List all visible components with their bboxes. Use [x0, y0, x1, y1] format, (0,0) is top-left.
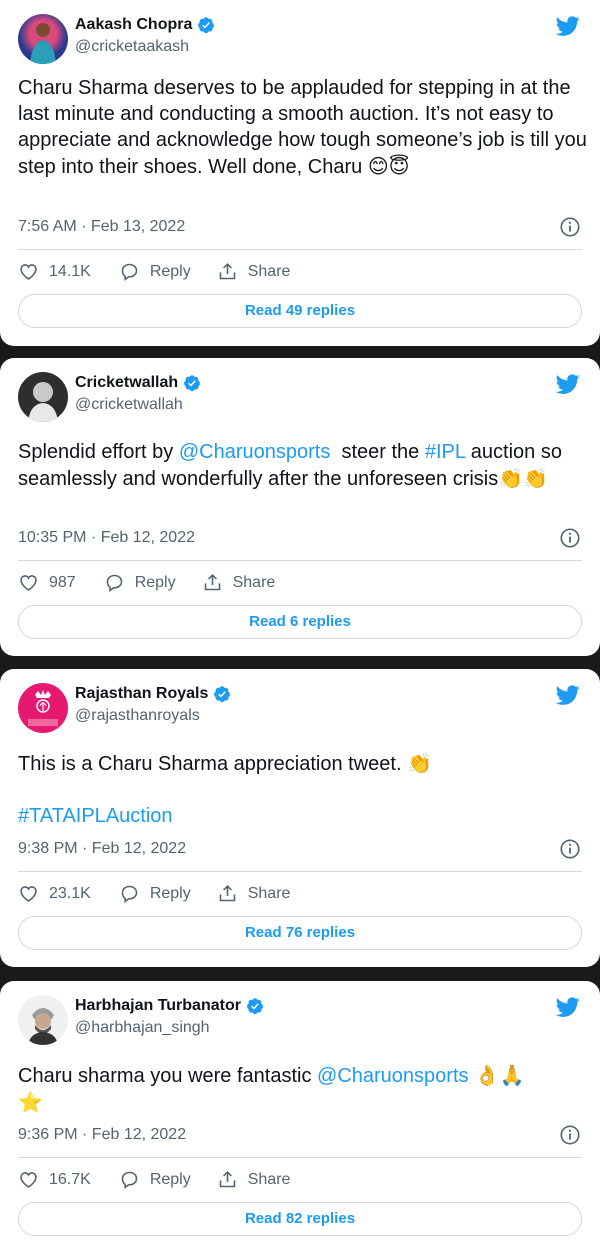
emoji: 👏 [407, 751, 432, 775]
tweet-card: Aakash Chopra @cricketaakash Charu Sharm… [0, 0, 600, 346]
display-name[interactable]: Harbhajan Turbanator [75, 997, 264, 1015]
read-replies-button[interactable]: Read 49 replies [18, 294, 582, 328]
heart-icon [18, 572, 39, 593]
avatar[interactable] [18, 14, 68, 64]
rajasthan-royals-logo [28, 690, 58, 726]
verified-icon [183, 374, 201, 392]
reply-icon [119, 1169, 140, 1190]
reply-icon [119, 261, 140, 282]
hashtag-link[interactable]: #TATAIPLAuction [18, 803, 173, 829]
share-button[interactable]: Share [217, 1169, 290, 1190]
avatar[interactable] [18, 683, 68, 733]
share-icon [217, 261, 238, 282]
verified-icon [197, 16, 215, 34]
emoji: 👌🙏 [468, 1063, 525, 1087]
verified-icon [246, 997, 264, 1015]
share-icon [217, 883, 238, 904]
emoji: 👏👏 [498, 466, 549, 490]
share-button[interactable]: Share [202, 572, 275, 593]
user-handle[interactable]: @rajasthanroyals [75, 707, 200, 725]
user-handle[interactable]: @cricketaakash [75, 38, 189, 56]
reply-button[interactable]: Reply [104, 572, 176, 593]
tweet-text: Charu sharma you were fantastic @Charuon… [18, 1063, 525, 1114]
action-bar: 23.1K Reply Share [18, 883, 290, 904]
action-bar: 14.1K Reply Share [18, 261, 290, 282]
reply-button[interactable]: Reply [119, 883, 191, 904]
display-name[interactable]: Rajasthan Royals [75, 685, 231, 703]
avatar[interactable] [18, 995, 68, 1045]
tweet-card: Rajasthan Royals @rajasthanroyals This i… [0, 669, 600, 967]
reply-icon [119, 883, 140, 904]
tweet-card: Harbhajan Turbanator @harbhajan_singh Ch… [0, 981, 600, 1255]
info-icon[interactable] [559, 216, 581, 238]
twitter-bird-icon[interactable] [554, 995, 582, 1019]
tweet-text: This is a Charu Sharma appreciation twee… [18, 751, 432, 775]
like-button[interactable]: 16.7K [18, 1169, 91, 1190]
share-icon [202, 572, 223, 593]
star-emoji: ⭐ [18, 1090, 43, 1114]
hashtag-link[interactable]: #IPL [425, 441, 465, 463]
twitter-bird-icon[interactable] [554, 683, 582, 707]
user-handle[interactable]: @harbhajan_singh [75, 1019, 210, 1037]
like-button[interactable]: 987 [18, 572, 76, 593]
heart-icon [18, 1169, 39, 1190]
info-icon[interactable] [559, 838, 581, 860]
read-replies-button[interactable]: Read 76 replies [18, 916, 582, 950]
emoji: 😊😇 [367, 154, 410, 178]
heart-icon [18, 261, 39, 282]
info-icon[interactable] [559, 527, 581, 549]
action-bar: 987 Reply Share [18, 572, 275, 593]
divider [18, 560, 582, 561]
like-button[interactable]: 14.1K [18, 261, 91, 282]
read-replies-button[interactable]: Read 6 replies [18, 605, 582, 639]
reply-button[interactable]: Reply [119, 1169, 191, 1190]
verified-icon [213, 685, 231, 703]
display-name[interactable]: Aakash Chopra [75, 16, 215, 34]
divider [18, 249, 582, 250]
action-bar: 16.7K Reply Share [18, 1169, 290, 1190]
timestamp[interactable]: 9:36 PM · Feb 12, 2022 [18, 1126, 186, 1144]
divider [18, 1157, 582, 1158]
share-button[interactable]: Share [217, 883, 290, 904]
timestamp[interactable]: 10:35 PM · Feb 12, 2022 [18, 529, 195, 547]
reply-icon [104, 572, 125, 593]
timestamp[interactable]: 9:38 PM · Feb 12, 2022 [18, 840, 186, 858]
display-name[interactable]: Cricketwallah [75, 374, 201, 392]
timestamp[interactable]: 7:56 AM · Feb 13, 2022 [18, 218, 185, 236]
twitter-bird-icon[interactable] [554, 372, 582, 396]
reply-button[interactable]: Reply [119, 261, 191, 282]
like-button[interactable]: 23.1K [18, 883, 91, 904]
heart-icon [18, 883, 39, 904]
tweet-text: Charu Sharma deserves to be applauded fo… [18, 77, 587, 178]
user-handle[interactable]: @cricketwallah [75, 396, 183, 414]
avatar[interactable] [18, 372, 68, 422]
tweet-text: Splendid effort by @Charuonsports steer … [18, 441, 562, 490]
divider [18, 871, 582, 872]
share-button[interactable]: Share [217, 261, 290, 282]
twitter-bird-icon[interactable] [554, 14, 582, 38]
mention-link[interactable]: @Charuonsports [317, 1065, 468, 1087]
read-replies-button[interactable]: Read 82 replies [18, 1202, 582, 1236]
mention-link[interactable]: @Charuonsports [179, 441, 330, 463]
tweet-card: Cricketwallah @cricketwallah Splendid ef… [0, 358, 600, 656]
info-icon[interactable] [559, 1124, 581, 1146]
share-icon [217, 1169, 238, 1190]
